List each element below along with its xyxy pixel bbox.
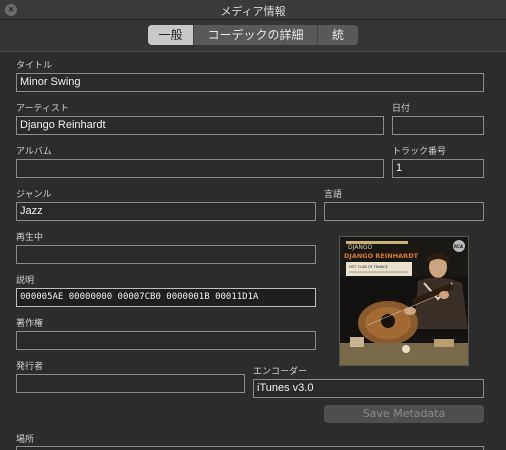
copyright-label: 著作権 — [16, 319, 44, 329]
genre-label: ジャンル — [16, 190, 52, 200]
copyright-field[interactable] — [16, 331, 316, 350]
date-label: 日付 — [392, 104, 411, 114]
now-playing-label: 再生中 — [16, 233, 44, 243]
artwork-banner-top: DJANGO — [348, 244, 373, 251]
publisher-field[interactable] — [16, 374, 245, 393]
album-artwork-image: DJANGO DJANGO REINHARDT HOT CLUB OF FRAN… — [340, 237, 468, 365]
tab-general[interactable]: 一般 — [148, 25, 194, 45]
encoder-label: エンコーダー — [253, 367, 308, 377]
artwork-banner-name: DJANGO REINHARDT — [344, 252, 419, 260]
album-field[interactable] — [16, 159, 384, 178]
location-label: 場所 — [16, 435, 35, 445]
tab-segmented-control: 一般 コーデックの詳細 統計 — [148, 25, 358, 45]
artist-field[interactable]: Django Reinhardt — [16, 116, 384, 135]
album-label: アルバム — [16, 147, 52, 157]
title-field[interactable]: Minor Swing — [16, 73, 484, 92]
artist-label: アーティスト — [16, 104, 69, 114]
track-number-field[interactable]: 1 — [392, 159, 484, 178]
save-metadata-button[interactable]: Save Metadata — [324, 405, 484, 423]
description-field[interactable]: 000005AE 00000000 00007CB0 0000001B 0001… — [16, 288, 316, 307]
publisher-label: 発行者 — [16, 362, 44, 372]
tab-statistics[interactable]: 統計 — [318, 25, 358, 45]
genre-field[interactable]: Jazz — [16, 202, 316, 221]
now-playing-field[interactable] — [16, 245, 316, 264]
date-field[interactable] — [392, 116, 484, 135]
artwork-logo: RCA — [454, 244, 464, 249]
window-title: メディア情報 — [220, 5, 286, 18]
encoder-field[interactable]: iTunes v3.0 — [253, 379, 484, 398]
track-number-label: トラック番号 — [392, 147, 447, 157]
album-artwork[interactable]: DJANGO DJANGO REINHARDT HOT CLUB OF FRAN… — [339, 236, 469, 366]
title-bar: × メディア情報 — [0, 0, 506, 20]
description-label: 説明 — [16, 276, 35, 286]
title-label: タイトル — [16, 61, 53, 71]
language-field[interactable] — [324, 202, 484, 221]
artwork-subtitle: HOT CLUB OF FRANCE — [349, 265, 388, 269]
tab-bar: 一般 コーデックの詳細 統計 — [0, 20, 506, 52]
language-label: 言語 — [324, 190, 343, 200]
location-field[interactable] — [16, 446, 484, 450]
tab-codec-details[interactable]: コーデックの詳細 — [194, 25, 318, 45]
